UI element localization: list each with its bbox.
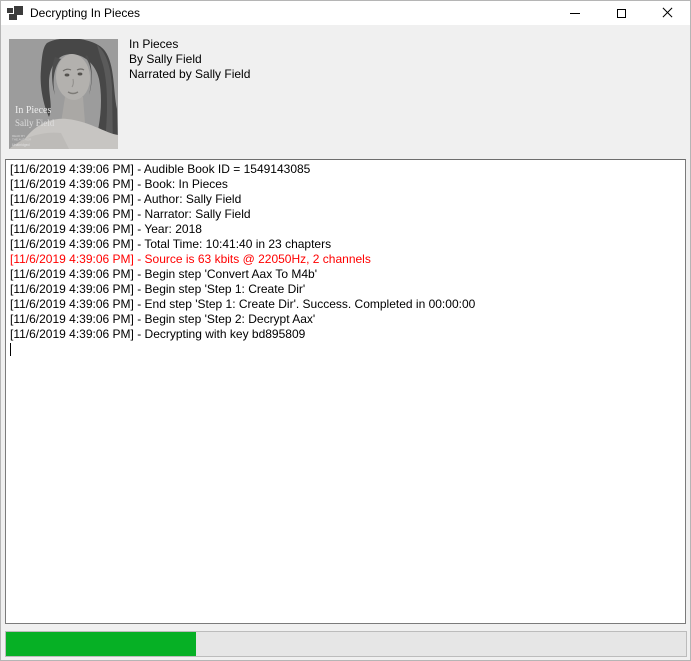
book-narrator: Narrated by Sally Field (129, 67, 250, 82)
maximize-icon (617, 9, 626, 18)
app-icon (7, 6, 23, 20)
cover-art: In Pieces Sally Field READ BY THE AUTHOR… (9, 39, 118, 149)
close-button[interactable] (644, 1, 690, 25)
log-line-11: [11/6/2019 4:39:06 PM] - Decrypting with… (10, 327, 681, 342)
cover-edition-text: Unabridged (12, 143, 30, 147)
log-line-1: [11/6/2019 4:39:06 PM] - Book: In Pieces (10, 177, 681, 192)
log-line-2: [11/6/2019 4:39:06 PM] - Author: Sally F… (10, 192, 681, 207)
minimize-button[interactable] (552, 1, 598, 25)
log-line-5: [11/6/2019 4:39:06 PM] - Total Time: 10:… (10, 237, 681, 252)
log-line-7: [11/6/2019 4:39:06 PM] - Begin step 'Con… (10, 267, 681, 282)
cover-author-text: Sally Field (15, 118, 55, 128)
caret-line (10, 342, 681, 357)
text-caret (10, 343, 11, 356)
log-line-3: [11/6/2019 4:39:06 PM] - Narrator: Sally… (10, 207, 681, 222)
app-window: Decrypting In Pieces (0, 0, 691, 661)
log-line-6: [11/6/2019 4:39:06 PM] - Source is 63 kb… (10, 252, 681, 267)
book-cover-image: In Pieces Sally Field READ BY THE AUTHOR… (9, 39, 118, 149)
caption-buttons (552, 1, 690, 25)
minimize-icon (570, 13, 580, 14)
log-line-9: [11/6/2019 4:39:06 PM] - End step 'Step … (10, 297, 681, 312)
book-title: In Pieces (129, 37, 250, 52)
log-textbox[interactable]: [11/6/2019 4:39:06 PM] - Audible Book ID… (5, 159, 686, 624)
cover-title-text: In Pieces (15, 105, 51, 116)
maximize-button[interactable] (598, 1, 644, 25)
book-info: In Pieces By Sally Field Narrated by Sal… (129, 37, 250, 82)
title-bar[interactable]: Decrypting In Pieces (1, 1, 690, 25)
log-line-0: [11/6/2019 4:39:06 PM] - Audible Book ID… (10, 162, 681, 177)
log-area: [11/6/2019 4:39:06 PM] - Audible Book ID… (10, 162, 681, 342)
progress-bar-fill (6, 632, 196, 656)
book-author: By Sally Field (129, 52, 250, 67)
close-icon (662, 8, 672, 18)
log-line-8: [11/6/2019 4:39:06 PM] - Begin step 'Ste… (10, 282, 681, 297)
cover-readby-line2: THE AUTHOR (12, 138, 32, 142)
log-line-10: [11/6/2019 4:39:06 PM] - Begin step 'Ste… (10, 312, 681, 327)
window-title: Decrypting In Pieces (30, 6, 140, 20)
log-line-4: [11/6/2019 4:39:06 PM] - Year: 2018 (10, 222, 681, 237)
progress-bar (5, 631, 687, 657)
